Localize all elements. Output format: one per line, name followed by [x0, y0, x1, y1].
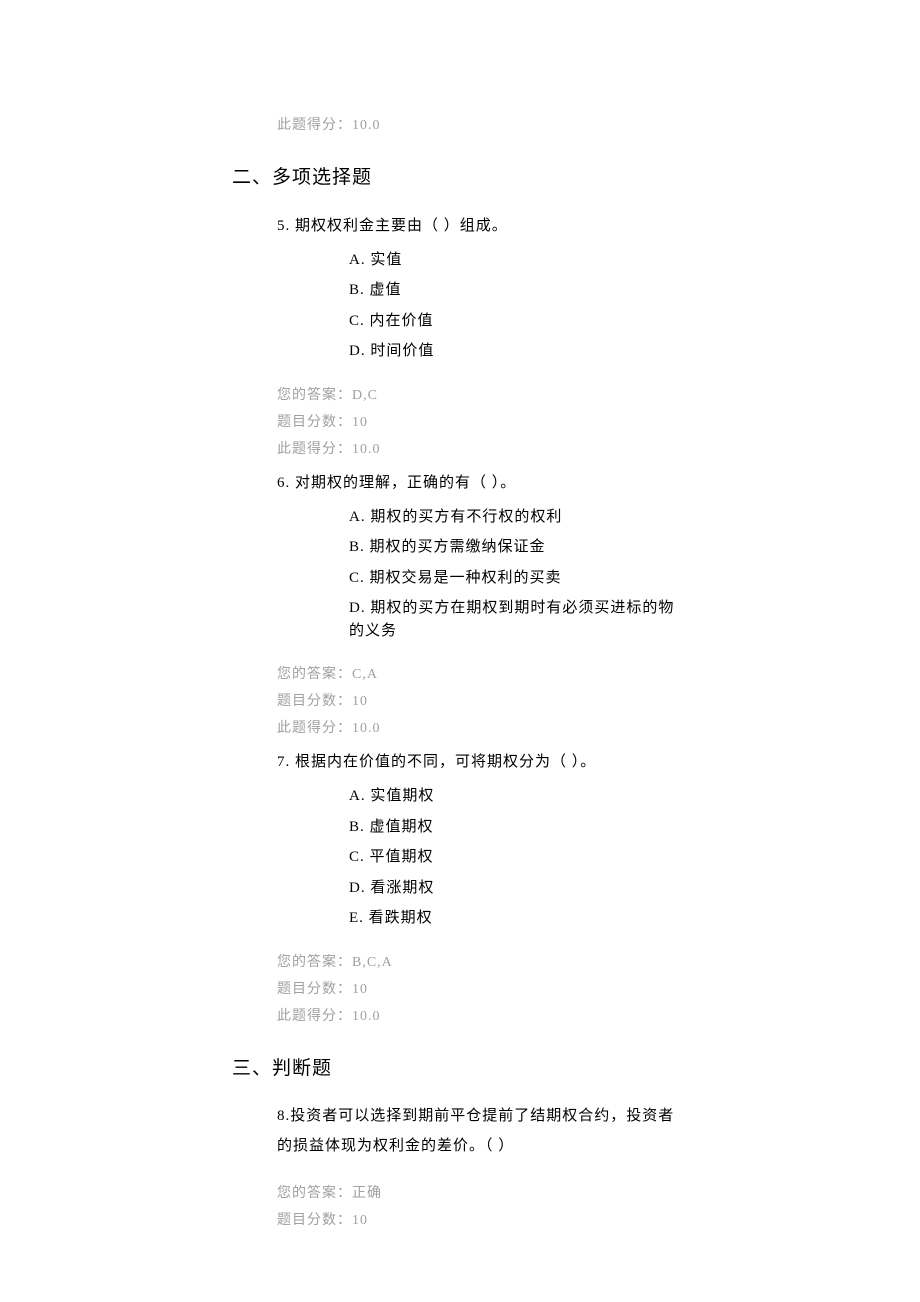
page: 此题得分：10.0 二、多项选择题 5. 期权权利金主要由（ ）组成。 A. 实…: [0, 0, 920, 1302]
question-6-your-answer: 您的答案：C,A: [277, 664, 688, 685]
question-6-got-score: 此题得分：10.0: [277, 718, 688, 739]
content-area: 此题得分：10.0 二、多项选择题 5. 期权权利金主要由（ ）组成。 A. 实…: [0, 0, 920, 1231]
question-6-option-c: C. 期权交易是一种权利的买卖: [349, 567, 688, 590]
question-6-option-d: D. 期权的买方在期权到期时有必须买进标的物的义务: [349, 597, 688, 642]
question-7-got-score: 此题得分：10.0: [277, 1006, 688, 1027]
question-7: 7. 根据内在价值的不同，可将期权分为（ ）。 A. 实值期权 B. 虚值期权 …: [277, 747, 688, 930]
question-8-your-answer: 您的答案：正确: [277, 1183, 688, 1204]
prev-question-score: 此题得分：10.0: [277, 115, 688, 136]
question-5-full-score: 题目分数：10: [277, 412, 688, 433]
question-7-options: A. 实值期权 B. 虚值期权 C. 平值期权 D. 看涨期权 E. 看跌期权: [349, 785, 688, 930]
section-2-title: 二、多项选择题: [232, 164, 688, 193]
question-6-option-b: B. 期权的买方需缴纳保证金: [349, 536, 688, 559]
question-6: 6. 对期权的理解，正确的有（ ）。 A. 期权的买方有不行权的权利 B. 期权…: [277, 468, 688, 643]
question-6-stem: 6. 对期权的理解，正确的有（ ）。: [277, 468, 688, 498]
question-8-full-score: 题目分数：10: [277, 1210, 688, 1231]
question-8: 8.投资者可以选择到期前平仓提前了结期权合约，投资者的损益体现为权利金的差价。（…: [277, 1101, 688, 1161]
question-7-option-e: E. 看跌期权: [349, 907, 688, 930]
question-7-option-d: D. 看涨期权: [349, 877, 688, 900]
question-5-option-c: C. 内在价值: [349, 310, 688, 333]
question-7-option-b: B. 虚值期权: [349, 816, 688, 839]
question-5-stem: 5. 期权权利金主要由（ ）组成。: [277, 211, 688, 241]
question-6-full-score: 题目分数：10: [277, 691, 688, 712]
question-8-answer-block: 您的答案：正确 题目分数：10: [277, 1183, 688, 1231]
question-8-stem: 8.投资者可以选择到期前平仓提前了结期权合约，投资者的损益体现为权利金的差价。（…: [277, 1101, 688, 1161]
question-6-answer-block: 您的答案：C,A 题目分数：10 此题得分：10.0: [277, 664, 688, 739]
question-5-option-a: A. 实值: [349, 249, 688, 272]
question-7-option-c: C. 平值期权: [349, 846, 688, 869]
question-5-your-answer: 您的答案：D,C: [277, 385, 688, 406]
question-7-option-a: A. 实值期权: [349, 785, 688, 808]
question-7-stem: 7. 根据内在价值的不同，可将期权分为（ ）。: [277, 747, 688, 777]
question-7-full-score: 题目分数：10: [277, 979, 688, 1000]
question-5-got-score: 此题得分：10.0: [277, 439, 688, 460]
question-5: 5. 期权权利金主要由（ ）组成。 A. 实值 B. 虚值 C. 内在价值 D.…: [277, 211, 688, 363]
section-3-title: 三、判断题: [232, 1055, 688, 1084]
question-7-your-answer: 您的答案：B,C,A: [277, 952, 688, 973]
question-6-options: A. 期权的买方有不行权的权利 B. 期权的买方需缴纳保证金 C. 期权交易是一…: [349, 506, 688, 643]
question-6-option-a: A. 期权的买方有不行权的权利: [349, 506, 688, 529]
question-5-option-d: D. 时间价值: [349, 340, 688, 363]
question-5-option-b: B. 虚值: [349, 279, 688, 302]
question-5-options: A. 实值 B. 虚值 C. 内在价值 D. 时间价值: [349, 249, 688, 363]
question-7-answer-block: 您的答案：B,C,A 题目分数：10 此题得分：10.0: [277, 952, 688, 1027]
question-5-answer-block: 您的答案：D,C 题目分数：10 此题得分：10.0: [277, 385, 688, 460]
